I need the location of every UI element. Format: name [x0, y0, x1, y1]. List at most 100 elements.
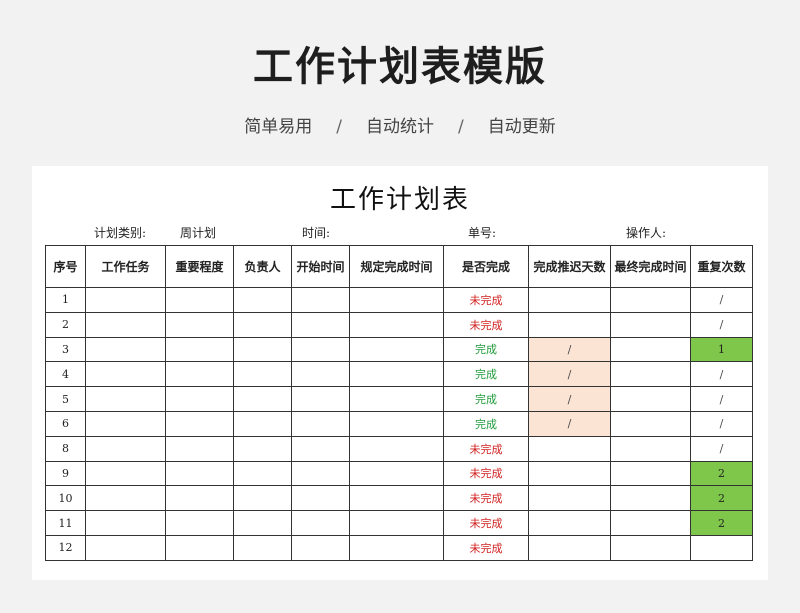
table-cell[interactable]	[233, 311, 292, 338]
table-cell[interactable]	[233, 435, 292, 462]
table-cell[interactable]	[349, 534, 444, 561]
table-cell[interactable]	[85, 485, 166, 512]
table-cell[interactable]	[349, 435, 444, 462]
column-header[interactable]: 规定完成时间	[349, 245, 444, 288]
table-cell[interactable]	[349, 460, 444, 487]
table-cell[interactable]	[233, 410, 292, 437]
table-cell[interactable]	[165, 311, 234, 338]
table-cell[interactable]	[233, 534, 292, 561]
table-cell[interactable]	[165, 510, 234, 536]
table-cell[interactable]	[85, 311, 166, 338]
status-cell[interactable]: 完成	[443, 386, 529, 412]
column-header[interactable]: 重复次数	[690, 245, 753, 288]
table-cell[interactable]	[165, 361, 234, 388]
table-cell[interactable]	[233, 460, 292, 487]
delay-days-cell[interactable]: /	[528, 410, 611, 437]
row-number-cell[interactable]: 12	[45, 534, 86, 561]
status-cell[interactable]: 未完成	[443, 534, 529, 561]
table-cell[interactable]	[233, 287, 292, 313]
column-header[interactable]: 最终完成时间	[610, 245, 691, 288]
table-cell[interactable]	[291, 534, 350, 561]
status-cell[interactable]: 未完成	[443, 460, 529, 487]
repeat-count-cell[interactable]: /	[690, 311, 753, 338]
status-cell[interactable]: 未完成	[443, 311, 529, 338]
status-cell[interactable]: 未完成	[443, 435, 529, 462]
table-cell[interactable]	[291, 361, 350, 388]
table-cell[interactable]	[291, 485, 350, 512]
row-number-cell[interactable]: 4	[45, 361, 86, 388]
table-cell[interactable]	[610, 361, 691, 388]
table-cell[interactable]	[349, 410, 444, 437]
table-cell[interactable]	[165, 410, 234, 437]
table-cell[interactable]	[291, 435, 350, 462]
table-cell[interactable]	[165, 287, 234, 313]
status-cell[interactable]: 完成	[443, 336, 529, 363]
status-cell[interactable]: 完成	[443, 410, 529, 437]
table-cell[interactable]	[291, 336, 350, 363]
table-cell[interactable]	[165, 460, 234, 487]
row-number-cell[interactable]: 5	[45, 386, 86, 412]
table-cell[interactable]	[349, 386, 444, 412]
table-cell[interactable]	[85, 361, 166, 388]
delay-days-cell[interactable]	[528, 460, 611, 487]
delay-days-cell[interactable]: /	[528, 386, 611, 412]
table-cell[interactable]	[349, 287, 444, 313]
column-header[interactable]: 开始时间	[291, 245, 350, 288]
table-cell[interactable]	[85, 410, 166, 437]
column-header[interactable]: 工作任务	[85, 245, 166, 288]
repeat-count-cell[interactable]: /	[690, 435, 753, 462]
column-header[interactable]: 完成推迟天数	[528, 245, 611, 288]
table-cell[interactable]	[610, 410, 691, 437]
repeat-count-cell[interactable]: 2	[690, 460, 753, 487]
table-cell[interactable]	[233, 510, 292, 536]
status-cell[interactable]: 完成	[443, 361, 529, 388]
repeat-count-cell[interactable]: 1	[690, 336, 753, 363]
repeat-count-cell[interactable]	[690, 534, 753, 561]
table-cell[interactable]	[349, 485, 444, 512]
table-cell[interactable]	[165, 336, 234, 363]
table-cell[interactable]	[85, 386, 166, 412]
table-cell[interactable]	[291, 460, 350, 487]
table-cell[interactable]	[85, 336, 166, 363]
row-number-cell[interactable]: 6	[45, 410, 86, 437]
table-cell[interactable]	[349, 361, 444, 388]
delay-days-cell[interactable]	[528, 311, 611, 338]
row-number-cell[interactable]: 1	[45, 287, 86, 313]
table-cell[interactable]	[610, 311, 691, 338]
repeat-count-cell[interactable]: /	[690, 361, 753, 388]
repeat-count-cell[interactable]: 2	[690, 510, 753, 536]
table-cell[interactable]	[610, 336, 691, 363]
column-header[interactable]: 是否完成	[443, 245, 529, 288]
plan-type-value[interactable]: 周计划	[180, 224, 216, 241]
column-header[interactable]: 重要程度	[165, 245, 234, 288]
table-cell[interactable]	[85, 460, 166, 487]
row-number-cell[interactable]: 9	[45, 460, 86, 487]
table-cell[interactable]	[610, 534, 691, 561]
column-header[interactable]: 序号	[45, 245, 86, 288]
delay-days-cell[interactable]	[528, 287, 611, 313]
table-cell[interactable]	[233, 485, 292, 512]
table-cell[interactable]	[165, 435, 234, 462]
table-cell[interactable]	[291, 311, 350, 338]
table-cell[interactable]	[349, 311, 444, 338]
table-cell[interactable]	[291, 410, 350, 437]
status-cell[interactable]: 未完成	[443, 510, 529, 536]
row-number-cell[interactable]: 10	[45, 485, 86, 512]
status-cell[interactable]: 未完成	[443, 485, 529, 512]
status-cell[interactable]: 未完成	[443, 287, 529, 313]
table-cell[interactable]	[165, 485, 234, 512]
repeat-count-cell[interactable]: 2	[690, 485, 753, 512]
delay-days-cell[interactable]	[528, 435, 611, 462]
delay-days-cell[interactable]: /	[528, 336, 611, 363]
table-cell[interactable]	[610, 435, 691, 462]
table-cell[interactable]	[610, 510, 691, 536]
table-cell[interactable]	[610, 287, 691, 313]
table-cell[interactable]	[233, 336, 292, 363]
table-cell[interactable]	[610, 386, 691, 412]
delay-days-cell[interactable]	[528, 510, 611, 536]
delay-days-cell[interactable]: /	[528, 361, 611, 388]
table-cell[interactable]	[85, 534, 166, 561]
repeat-count-cell[interactable]: /	[690, 287, 753, 313]
table-cell[interactable]	[85, 287, 166, 313]
table-cell[interactable]	[165, 386, 234, 412]
